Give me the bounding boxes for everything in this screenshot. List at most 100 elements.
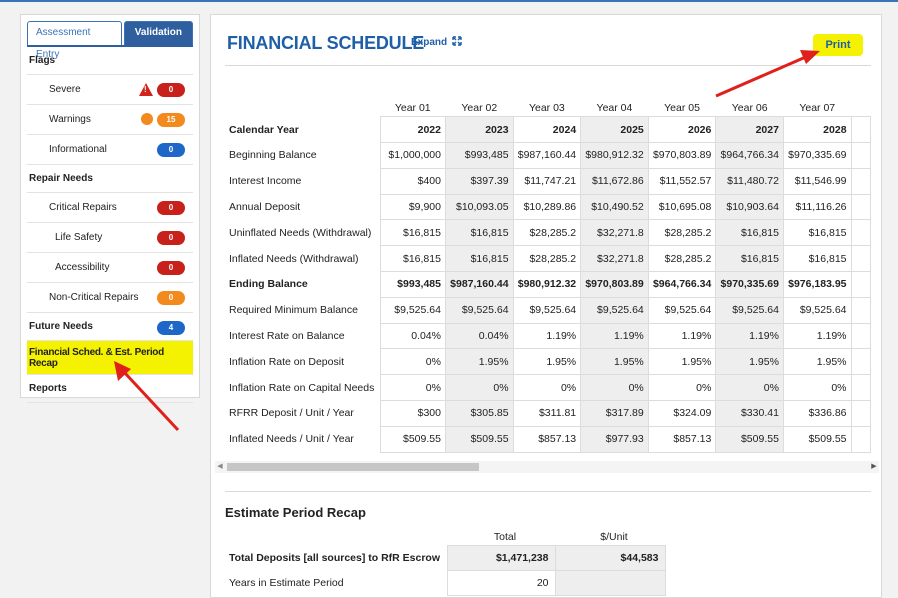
table-cell: $993,485 <box>379 271 446 298</box>
table-row: Beginning Balance $1,000,000 $993,485 $987,… <box>225 142 871 169</box>
recap-row-label: Years in Estimate Period <box>229 577 344 589</box>
table-cell: 1.95% <box>444 348 514 376</box>
row-label: Annual Deposit <box>229 201 301 214</box>
sidebar-item-label: Critical Repairs <box>49 202 117 213</box>
table-row: Inflated Needs (Withdrawal) $16,815 $16,81… <box>225 245 871 273</box>
table-row: Required Minimum Balance $9,525.64 $9,525.… <box>225 296 871 324</box>
table-cell: $509.55 <box>715 425 784 453</box>
recap-row-label: Total Deposits [all sources] to RfR Escr… <box>229 552 441 564</box>
scroll-left-arrow-icon[interactable]: ◀ <box>215 461 225 473</box>
table-cell: $16,815 <box>782 245 852 273</box>
warnings-count-badge: 15 <box>157 113 185 127</box>
table-cell: $509.55 <box>379 425 446 453</box>
table-cell: $324.09 <box>647 400 717 427</box>
table-cell: $32,271.8 <box>580 219 649 247</box>
row-label: Uninflated Needs (Withdrawal) <box>229 226 372 239</box>
table-cell: $987,160.44 <box>512 142 582 169</box>
table-row: Inflation Rate on Deposit 0% 1.95% 1.95% 1.9… <box>225 348 871 376</box>
table-cell: $964,766.34 <box>715 142 784 169</box>
schedule-body: Calendar Year 2022 2023 2024 2025 2026 2027 202… <box>225 116 871 453</box>
table-cell: 0% <box>647 374 717 402</box>
sidebar-item-non-critical-repairs[interactable]: Non-Critical Repairs 0 <box>27 283 193 313</box>
year-header: Year 02 <box>461 102 498 115</box>
table-cell: $857.13 <box>647 425 717 453</box>
table-cell: $16,815 <box>715 245 784 273</box>
sidebar-item-label: Informational <box>49 144 107 155</box>
table-cell: $993,485 <box>444 142 514 169</box>
table-cell: 0.04% <box>379 322 446 350</box>
row-label: Inflation Rate on Capital Needs <box>229 381 375 394</box>
table-cell: 2026 <box>647 116 717 144</box>
table-cell: $16,815 <box>444 219 514 247</box>
table-cell: 2024 <box>512 116 582 144</box>
print-button[interactable]: Print <box>813 34 863 56</box>
row-label: Required Minimum Balance <box>229 304 358 317</box>
top-accent-line <box>0 0 898 2</box>
table-cell: $9,525.64 <box>444 296 514 324</box>
sidebar-item-severe[interactable]: Severe ! 0 <box>27 75 193 105</box>
table-row: RFRR Deposit / Unit / Year $300 $305.85 $31… <box>225 400 871 427</box>
title-divider <box>225 65 871 66</box>
table-cell: $28,285.2 <box>647 219 717 247</box>
row-label: Interest Rate on Balance <box>229 330 345 343</box>
sidebar-item-life-safety[interactable]: Life Safety 0 <box>27 223 193 253</box>
horizontal-scrollbar[interactable]: ◀ ▶ <box>215 461 879 473</box>
row-label: Inflated Needs / Unit / Year <box>229 433 354 446</box>
tab-validation[interactable]: Validation <box>123 21 193 45</box>
sidebar-item-informational[interactable]: Informational 0 <box>27 135 193 165</box>
table-row: Years in Estimate Period 20 <box>225 570 666 596</box>
row-label: Calendar Year <box>229 123 299 136</box>
sidebar-item-label: Accessibility <box>55 262 110 273</box>
sidebar-item-reports[interactable]: Reports <box>27 375 193 403</box>
table-cell: $9,525.64 <box>379 296 446 324</box>
table-cell: $11,480.72 <box>715 167 784 195</box>
scroll-right-arrow-icon[interactable]: ▶ <box>869 461 879 473</box>
table-cell: $980,912.32 <box>512 271 582 298</box>
scrollbar-thumb[interactable] <box>227 463 479 471</box>
tab-assessment-entry[interactable]: Assessment Entry <box>27 21 122 60</box>
table-cell: 1.95% <box>580 348 649 376</box>
table-cell: $28,285.2 <box>647 245 717 273</box>
table-row: Interest Rate on Balance 0.04% 0.04% 1.19% 1… <box>225 322 871 350</box>
table-row: Calendar Year 2022 2023 2024 2025 2026 2027 202… <box>225 116 871 144</box>
sidebar-item-financial-schedule[interactable]: Financial Sched. & Est. Period Recap <box>27 341 193 375</box>
sidebar-item-accessibility[interactable]: Accessibility 0 <box>27 253 193 283</box>
table-cell: $9,525.64 <box>580 296 649 324</box>
table-cell: $311.81 <box>512 400 582 427</box>
accessibility-count-badge: 0 <box>157 261 185 275</box>
expand-button[interactable]: Expand <box>411 36 462 48</box>
table-cell: $1,000,000 <box>379 142 446 169</box>
row-label: Inflation Rate on Deposit <box>229 355 344 368</box>
table-cell: $16,815 <box>379 219 446 247</box>
table-cell: $970,803.89 <box>647 142 717 169</box>
informational-count-badge: 0 <box>157 143 185 157</box>
truncated-cell <box>850 348 871 376</box>
sidebar-item-future-needs[interactable]: Future Needs 4 <box>27 313 193 341</box>
table-cell: $10,490.52 <box>580 193 649 221</box>
table-cell: 0% <box>715 374 784 402</box>
table-cell: $976,183.95 <box>782 271 852 298</box>
recap-divider <box>225 491 871 492</box>
expand-label: Expand <box>411 37 448 48</box>
truncated-cell <box>850 425 871 453</box>
table-cell: 1.19% <box>715 322 784 350</box>
table-cell: $987,160.44 <box>444 271 514 298</box>
year-header: Year 06 <box>731 102 768 115</box>
sidebar-item-critical-repairs[interactable]: Critical Repairs 0 <box>27 193 193 223</box>
warning-dot-icon <box>141 113 153 125</box>
critical-count-badge: 0 <box>157 201 185 215</box>
sidebar-item-warnings[interactable]: Warnings 15 <box>27 105 193 135</box>
table-cell: 0% <box>379 348 446 376</box>
table-cell: $305.85 <box>444 400 514 427</box>
warning-triangle-icon: ! <box>139 83 153 96</box>
sidebar-list: Flags Severe ! 0 Warnings 15 Information… <box>27 47 193 403</box>
table-cell: $336.86 <box>782 400 852 427</box>
table-cell: $28,285.2 <box>512 219 582 247</box>
year-header-row: Year 01 Year 02 Year 03 Year 04 Year 05 … <box>225 91 871 117</box>
table-cell: $509.55 <box>782 425 852 453</box>
sidebar-header-flags: Flags <box>27 47 193 75</box>
table-cell: 0% <box>379 374 446 402</box>
table-row: Ending Balance $993,485 $987,160.44 $980,91… <box>225 271 871 298</box>
table-cell: $400 <box>379 167 446 195</box>
recap-header-total: Total <box>493 531 517 543</box>
